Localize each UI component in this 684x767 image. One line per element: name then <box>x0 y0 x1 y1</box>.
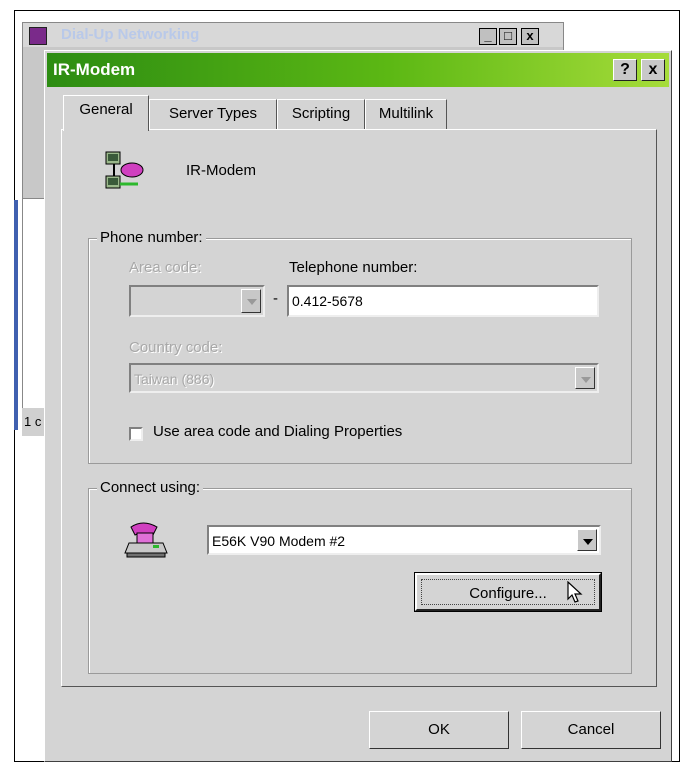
modem-device-dropdown-button[interactable] <box>577 529 597 551</box>
area-code-label: Area code: <box>129 259 202 276</box>
telephone-number-label: Telephone number: <box>289 259 418 276</box>
modem-device-value: E56K V90 Modem #2 <box>212 533 346 549</box>
use-area-code-label[interactable]: Use area code and Dialing Properties <box>153 423 402 440</box>
country-code-dropdown-button[interactable] <box>575 367 595 389</box>
general-tab-panel: IR-Modem Phone number: Area code: Teleph… <box>61 129 657 687</box>
tab-general[interactable]: General <box>63 95 149 131</box>
area-code-dropdown-button[interactable] <box>241 289 261 313</box>
background-window-title: Dial-Up Networking <box>61 26 200 43</box>
background-window-edge <box>14 200 18 430</box>
background-close-button[interactable]: x <box>521 28 539 45</box>
tab-multilink[interactable]: Multilink <box>365 99 447 129</box>
connection-icon <box>105 151 144 189</box>
telephone-number-input[interactable]: 0.412-5678 <box>287 285 599 317</box>
modem-device-combobox[interactable]: E56K V90 Modem #2 <box>207 525 601 555</box>
phone-number-group: Phone number: Area code: Telephone numbe… <box>88 229 632 464</box>
cancel-button[interactable]: Cancel <box>521 711 661 749</box>
tab-server-types[interactable]: Server Types <box>149 99 277 129</box>
dialog-title: IR-Modem <box>53 60 136 79</box>
connect-using-group: Connect using: E56K V90 Modem #2 Configu… <box>88 479 632 674</box>
dialog-close-button[interactable]: x <box>641 59 665 81</box>
help-button[interactable]: ? <box>613 59 637 81</box>
area-code-combobox[interactable] <box>129 285 265 317</box>
connection-name: IR-Modem <box>186 162 257 179</box>
ok-button[interactable]: OK <box>369 711 509 749</box>
use-area-code-checkbox[interactable] <box>129 427 143 441</box>
background-titlebar[interactable]: Dial-Up Networking _ □ x <box>23 23 563 47</box>
country-code-value: Taiwan (886) <box>134 371 215 387</box>
minimize-button[interactable]: _ <box>479 28 497 45</box>
phone-number-legend: Phone number: <box>97 229 206 246</box>
mouse-pointer-icon <box>567 581 583 603</box>
connect-using-legend: Connect using: <box>97 479 204 496</box>
country-code-combobox[interactable]: Taiwan (886) <box>129 363 599 393</box>
tab-scripting[interactable]: Scripting <box>277 99 365 129</box>
area-code-dash: - <box>273 290 278 307</box>
maximize-button[interactable]: □ <box>499 28 517 45</box>
modem-icon <box>124 522 168 558</box>
country-code-label: Country code: <box>129 339 223 356</box>
dialup-folder-icon <box>29 27 47 45</box>
properties-dialog[interactable]: IR-Modem ? x General Server Types Script… <box>44 50 672 762</box>
dialog-titlebar[interactable]: IR-Modem ? x <box>47 53 669 87</box>
